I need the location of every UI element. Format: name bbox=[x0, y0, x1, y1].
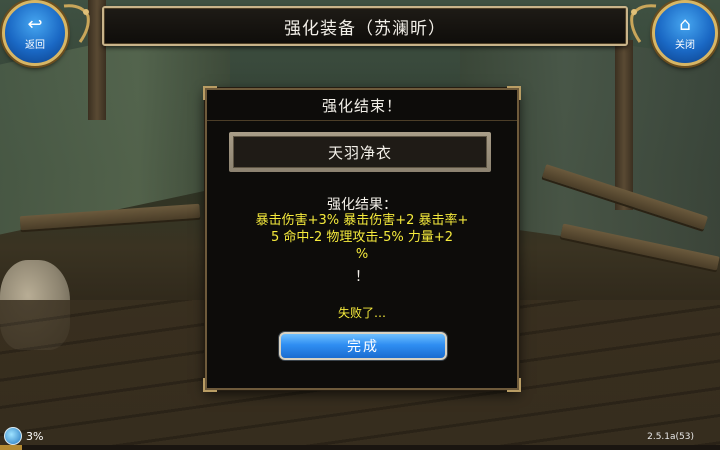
frame-ornament-icon bbox=[63, 4, 90, 43]
loading-status: 3% bbox=[4, 427, 43, 445]
page-title: 强化装备（苏澜昕） bbox=[284, 18, 446, 39]
result-label: 强化结果： bbox=[327, 197, 397, 213]
dialog-corner bbox=[203, 378, 217, 392]
version-label: 2.5.1a(53) bbox=[647, 432, 694, 442]
close-button[interactable]: ⌂ 关闭 bbox=[652, 0, 718, 66]
item-name-plate: 天羽净衣 bbox=[229, 132, 491, 172]
enhance-result-dialog: 强化结束！ 天羽净衣 强化结果： 暴击伤害+3% 暴击伤害+2 暴击率+ 5 命… bbox=[203, 86, 521, 392]
done-button-label: 完成 bbox=[347, 339, 379, 355]
loading-progress-bar bbox=[0, 445, 720, 450]
item-name: 天羽净衣 bbox=[327, 143, 392, 162]
title-bar: 强化装备（苏澜昕） bbox=[102, 6, 628, 46]
dialog-header: 强化结束！ bbox=[207, 90, 517, 121]
fail-message: 失败了… bbox=[337, 306, 386, 320]
result-stat-line: 5 命中-2 物理攻击-5% 力量+2 bbox=[270, 230, 454, 245]
home-icon: ⌂ bbox=[679, 13, 691, 35]
back-button-label: 返回 bbox=[25, 39, 45, 51]
dialog-title: 强化结束！ bbox=[321, 96, 402, 115]
item-name-inner: 天羽净衣 bbox=[233, 136, 487, 168]
back-arrow-icon: ↩ bbox=[27, 13, 43, 35]
result-end-mark: ！ bbox=[355, 269, 369, 285]
result-stats: 暴击伤害+3% 暴击伤害+2 暴击率+ 5 命中-2 物理攻击-5% 力量+2 … bbox=[221, 212, 503, 263]
result-stat-line: 暴击伤害+3% 暴击伤害+2 暴击率+ bbox=[255, 213, 469, 228]
dialog-corner bbox=[507, 378, 521, 392]
back-button[interactable]: ↩ 返回 bbox=[2, 0, 68, 66]
result-stat-line: % bbox=[355, 247, 369, 262]
loading-progress-fill bbox=[0, 445, 22, 450]
close-button-label: 关闭 bbox=[675, 39, 695, 51]
loading-icon bbox=[4, 427, 22, 445]
done-button[interactable]: 完成 bbox=[279, 332, 447, 360]
loading-percent: 3% bbox=[26, 429, 44, 443]
scene-pillar bbox=[615, 40, 633, 210]
